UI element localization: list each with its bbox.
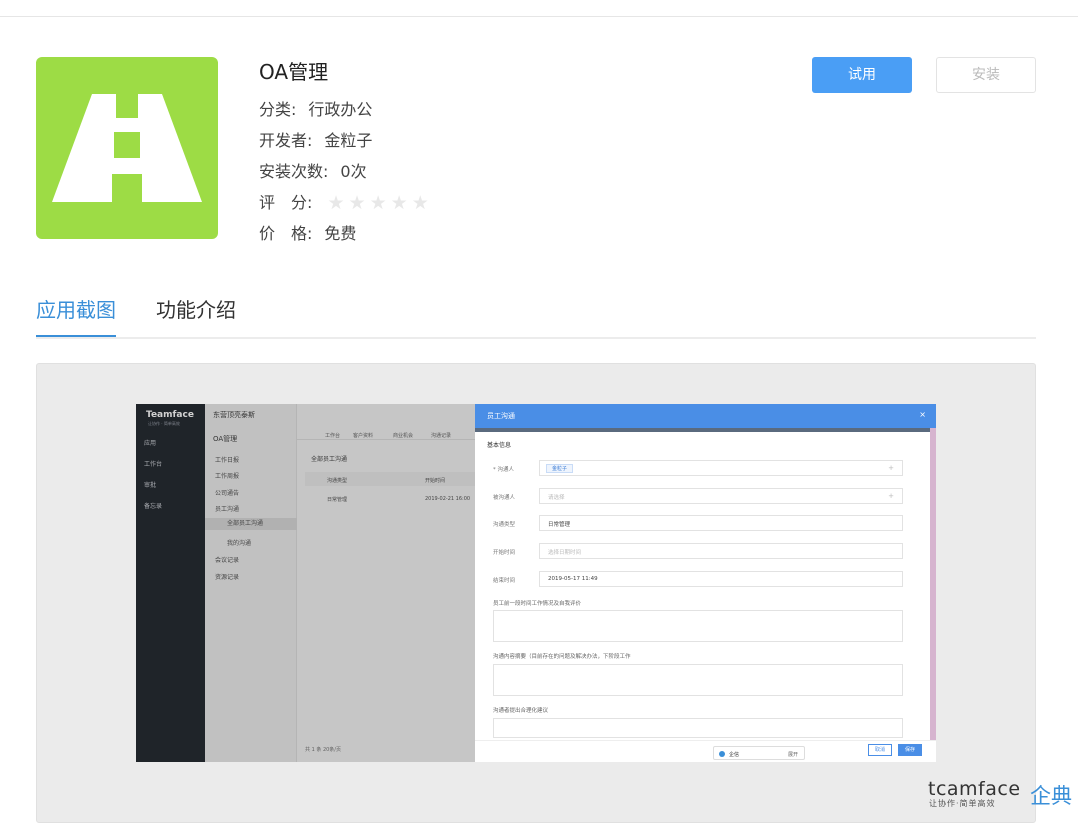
app-info: OA管理 分类: 行政办公 开发者: 金粒子 安装次数: 0次 评 分: ★ ★ ★ ★ ★ … (259, 58, 433, 249)
dialog-field-initiator: 金粒子 + (539, 460, 903, 476)
dialog-placeholder: 请选择 (548, 495, 565, 501)
dialog-textarea (493, 610, 903, 642)
dialog-field-start: 选择日期时间 (539, 543, 903, 559)
dialog-label: 结束时间 (493, 578, 516, 584)
rating-stars: ★ ★ ★ ★ ★ (328, 188, 433, 219)
price-row: 价 格: 免费 (259, 218, 433, 249)
dialog-field-target: 请选择 + (539, 488, 903, 504)
star-icon: ★ (390, 192, 408, 214)
star-icon: ★ (369, 192, 387, 214)
dialog-value: 2019-05-17 11:49 (548, 576, 598, 582)
road-icon (52, 94, 202, 202)
brand-cn: 企典 (1030, 784, 1072, 808)
close-icon: × (919, 410, 926, 419)
star-icon: ★ (348, 192, 366, 214)
dialog-text: 员工前一段时间工作情况及自我评价 (493, 601, 582, 607)
app-icon (36, 57, 218, 239)
dialog-label: 沟通类型 (493, 522, 516, 528)
brand-sub: 让协作·简单高效 (929, 799, 996, 808)
dialog-text: 沟通内容摘要（目前存在的问题及解决办法，下阶段工作 (493, 654, 631, 660)
developer-row: 开发者: 金粒子 (259, 125, 433, 156)
dialog-value: 日常管理 (548, 522, 571, 528)
developer-label: 开发者: (259, 131, 313, 150)
tab-features[interactable]: 功能介绍 (156, 296, 236, 337)
dialog-text: 沟通者提出合理化建议 (493, 708, 549, 714)
dialog-section-title: 基本信息 (487, 442, 512, 449)
dialog-strip (475, 428, 936, 432)
dialog-field-type: 日常管理 (539, 515, 903, 531)
tab-screenshots[interactable]: 应用截图 (36, 296, 116, 337)
installs-label: 安装次数: (259, 162, 329, 181)
screenshot-overlay (136, 404, 476, 762)
installs-row: 安装次数: 0次 (259, 156, 433, 187)
top-divider (0, 16, 1078, 17)
chat-dot-icon (719, 751, 725, 757)
plus-icon: + (888, 492, 894, 500)
app-title: OA管理 (259, 60, 329, 84)
dialog-label: 被沟通人 (493, 495, 516, 501)
brand-en: tcamface (928, 778, 1021, 800)
dialog-label: 开始时间 (493, 550, 516, 556)
app-screenshot[interactable]: Teamface 让协作 · 简单高效 应用 工作台 审批 备忘录 东营顶亮泰斯… (136, 404, 936, 762)
developer-value: 金粒子 (324, 131, 373, 150)
trial-button[interactable]: 试用 (812, 57, 912, 93)
tab-bar: 应用截图 功能介绍 (36, 296, 1036, 339)
chat-name: 企信 (729, 752, 740, 758)
price-value: 免费 (324, 224, 357, 243)
dialog-label: * 沟通人 (493, 467, 514, 473)
install-button[interactable]: 安装 (936, 57, 1036, 93)
dialog-title: 员工沟通 (487, 412, 515, 420)
star-icon: ★ (327, 192, 345, 214)
dialog-scroll-edge (930, 428, 936, 762)
brand-logo: tcamface 企典 让协作·简单高效 (928, 778, 1078, 808)
rating-label: 评 分: (259, 193, 313, 212)
screenshot-dialog: 员工沟通 × 基本信息 * 沟通人 金粒子 + 被沟通人 请选择 + 沟通类型 … (475, 404, 936, 762)
dialog-header: 员工沟通 × (475, 404, 936, 428)
dialog-placeholder: 选择日期时间 (548, 550, 582, 556)
chat-expand: 展开 (787, 752, 798, 758)
rating-row: 评 分: ★ ★ ★ ★ ★ (259, 187, 433, 218)
category-value: 行政办公 (308, 100, 373, 119)
dialog-save: 保存 (898, 744, 922, 756)
plus-icon: + (888, 464, 894, 472)
dialog-chat: 企信 展开 (713, 746, 805, 760)
dialog-field-end: 2019-05-17 11:49 (539, 571, 903, 587)
dialog-tag: 金粒子 (546, 464, 574, 473)
star-icon: ★ (411, 192, 429, 214)
category-row: 分类: 行政办公 (259, 94, 433, 125)
dialog-textarea (493, 664, 903, 696)
dialog-cancel: 取消 (868, 744, 892, 756)
price-label: 价 格: (259, 224, 313, 243)
installs-value: 0次 (340, 162, 367, 181)
dialog-textarea (493, 718, 903, 738)
dialog-footer (475, 740, 936, 762)
category-label: 分类: (259, 100, 297, 119)
